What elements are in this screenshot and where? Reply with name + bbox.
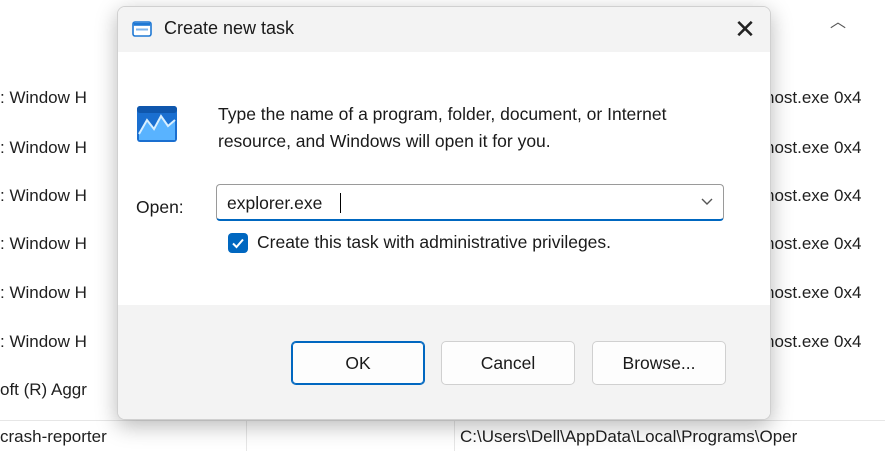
process-row-name: : Window H <box>0 186 87 205</box>
create-new-task-dialog: Create new task ✕ Type the name of a pro… <box>117 6 771 420</box>
dialog-footer: OK Cancel Browse... <box>118 305 770 419</box>
dialog-title: Create new task <box>164 18 295 38</box>
process-row-name: : Window H <box>0 88 87 107</box>
open-combobox[interactable]: explorer.exe <box>216 184 724 221</box>
run-program-icon <box>137 106 177 142</box>
process-row-command: host.exe 0x4 <box>765 283 862 302</box>
dialog-titlebar[interactable]: Create new task ✕ <box>118 7 770 52</box>
process-row-name: oft (R) Aggr <box>0 380 87 399</box>
process-row-command: host.exe 0x4 <box>765 138 862 157</box>
process-row-name: : Window H <box>0 234 87 253</box>
open-label: Open: <box>136 197 184 217</box>
process-row-command: host.exe 0x4 <box>765 88 862 107</box>
chevron-down-icon[interactable] <box>699 193 715 209</box>
process-row-command: host.exe 0x4 <box>765 332 862 351</box>
close-icon: ✕ <box>734 14 756 44</box>
admin-privileges-label[interactable]: Create this task with administrative pri… <box>257 232 611 253</box>
dialog-description: Type the name of a program, folder, docu… <box>218 104 667 151</box>
column-divider <box>454 420 455 451</box>
process-row-command: host.exe 0x4 <box>765 186 862 205</box>
open-input[interactable]: explorer.exe <box>227 193 322 214</box>
admin-privileges-checkbox[interactable] <box>228 233 248 253</box>
dialog-body: Type the name of a program, folder, docu… <box>118 52 770 305</box>
chevron-up-icon[interactable]: ︿ <box>830 8 846 32</box>
ok-button[interactable]: OK <box>291 341 425 385</box>
close-button[interactable]: ✕ <box>720 7 770 52</box>
browse-button[interactable]: Browse... <box>592 341 726 385</box>
process-row-name: : Window H <box>0 283 87 302</box>
column-divider <box>246 420 247 451</box>
run-window-icon <box>132 21 152 37</box>
table-row[interactable]: crash-reporter C:\Users\Dell\AppData\Loc… <box>0 420 885 452</box>
process-row-name: crash-reporter <box>0 427 107 446</box>
text-caret <box>340 193 341 213</box>
checkmark-icon <box>232 238 244 249</box>
process-row-name: : Window H <box>0 332 87 351</box>
cancel-button[interactable]: Cancel <box>441 341 575 385</box>
process-row-command: C:\Users\Dell\AppData\Local\Programs\Ope… <box>460 427 798 446</box>
process-row-command: host.exe 0x4 <box>765 234 862 253</box>
process-row-name: : Window H <box>0 138 87 157</box>
